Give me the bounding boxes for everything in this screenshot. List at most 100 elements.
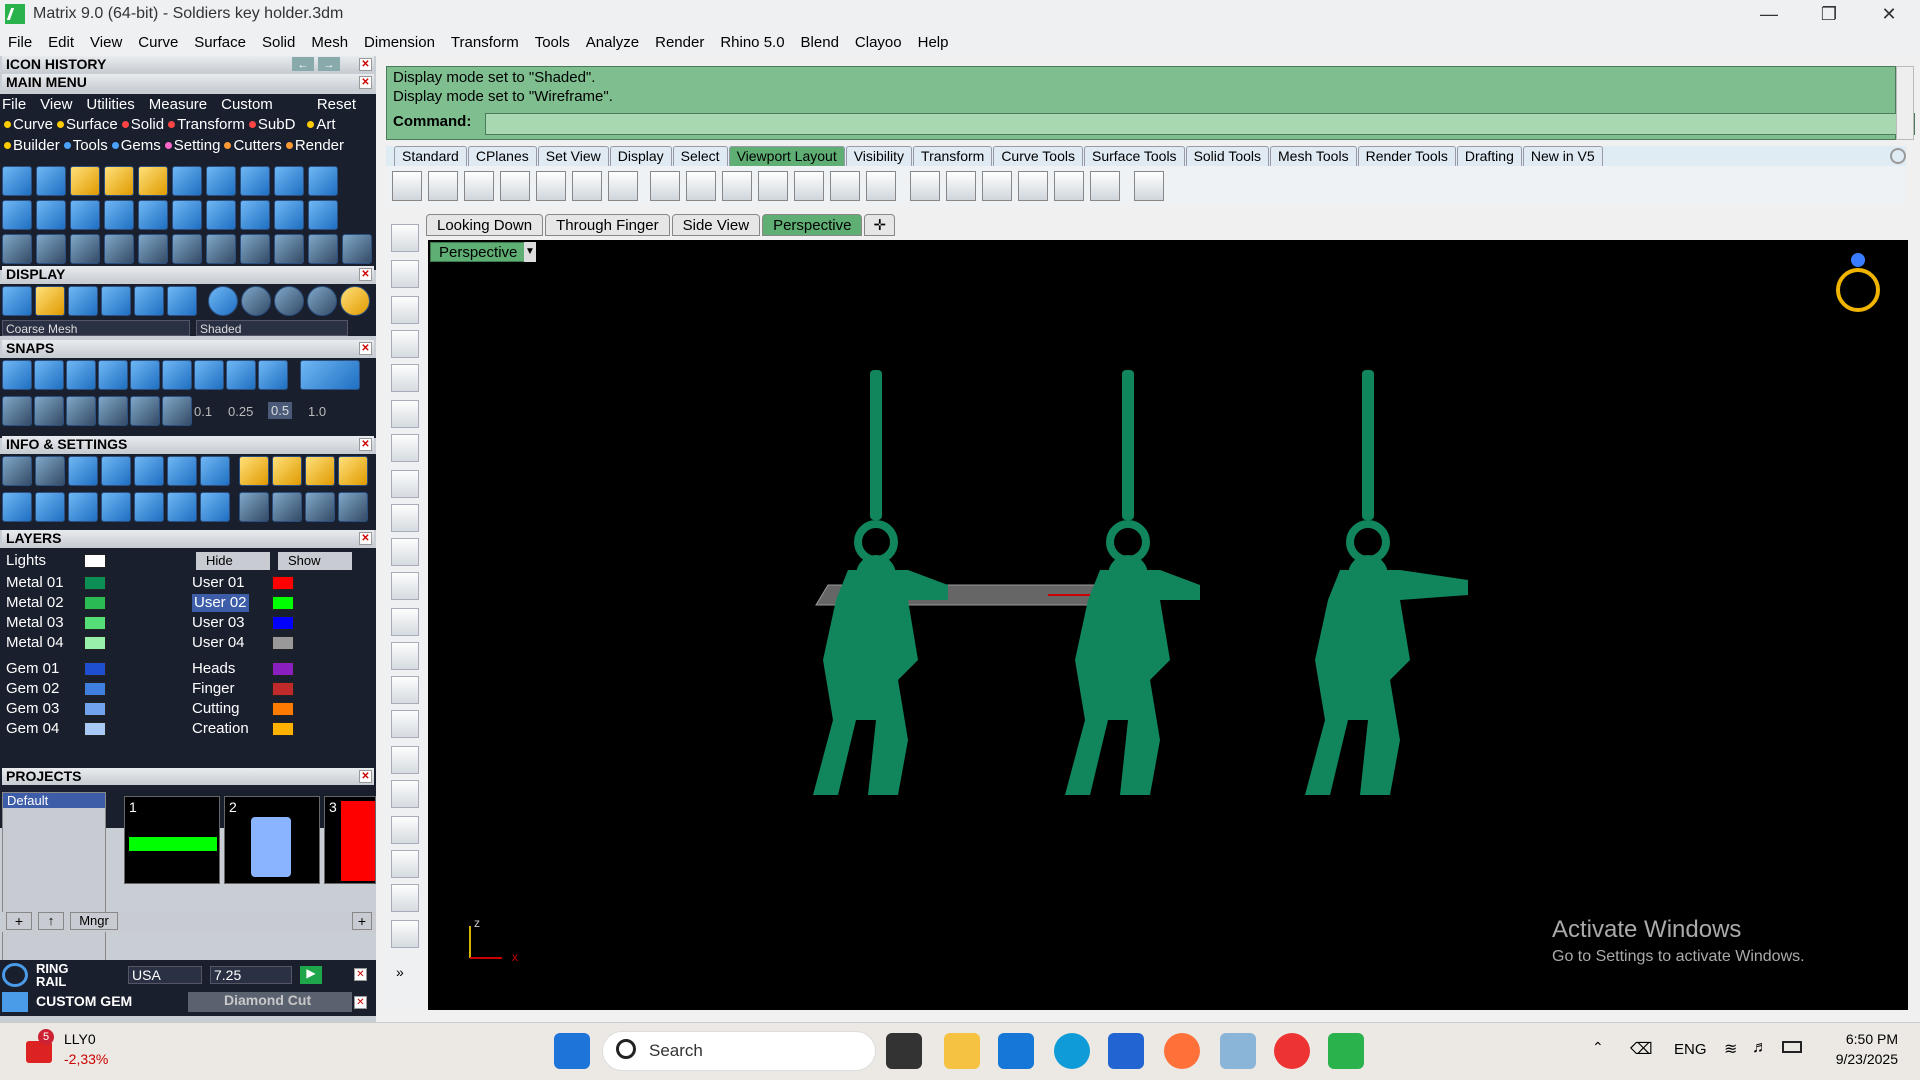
pave-tool-icon[interactable] <box>240 200 270 230</box>
menu-edit[interactable]: Edit <box>48 34 74 51</box>
layer-color[interactable] <box>84 682 106 696</box>
snap-value-1[interactable]: 0.1 <box>194 404 212 419</box>
properties-icon[interactable] <box>200 456 230 486</box>
volume-icon[interactable] <box>239 456 269 486</box>
surface-icon[interactable] <box>391 572 419 600</box>
tab-drafting[interactable]: Drafting <box>1456 146 1522 166</box>
scale-tool-icon[interactable] <box>172 234 202 264</box>
manager-button[interactable]: Mngr <box>70 912 118 930</box>
price-icon[interactable] <box>338 456 368 486</box>
mm-transform[interactable]: Transform <box>177 116 245 133</box>
layer-color[interactable] <box>84 616 106 630</box>
menu-rhino5[interactable]: Rhino 5.0 <box>720 34 784 51</box>
split-h-icon[interactable] <box>572 171 602 201</box>
material-chrome-icon[interactable] <box>274 286 304 316</box>
filter2-icon[interactable] <box>134 492 164 522</box>
material-silver-icon[interactable] <box>241 286 271 316</box>
tab-mesh-tools[interactable]: Mesh Tools <box>1270 146 1357 166</box>
lights-color[interactable] <box>84 554 106 568</box>
wireframe-mode-icon[interactable] <box>2 286 32 316</box>
layer-item-selected[interactable]: User 02 <box>192 594 249 612</box>
stock-name[interactable]: LLY0 <box>64 1031 96 1047</box>
hand-icon[interactable] <box>239 492 269 522</box>
paper-icon[interactable] <box>982 171 1012 201</box>
tab-side-view[interactable]: Side View <box>671 214 761 236</box>
layer-color[interactable] <box>272 616 294 630</box>
tab-surface-tools[interactable]: Surface Tools <box>1083 146 1185 166</box>
fillet-icon[interactable] <box>391 538 419 566</box>
clock-date[interactable]: 9/23/2025 <box>1818 1051 1898 1067</box>
project-thumb-1[interactable]: 1 <box>124 796 220 884</box>
wifi-icon[interactable]: ≋ <box>1724 1039 1737 1059</box>
menu-blend[interactable]: Blend <box>801 34 839 51</box>
gear-icon[interactable] <box>274 200 304 230</box>
mesh-icon[interactable] <box>758 171 788 201</box>
pencil-icon[interactable] <box>66 396 96 426</box>
tube-tool-icon[interactable] <box>172 200 202 230</box>
menu-solid[interactable]: Solid <box>262 34 295 51</box>
hide-button[interactable]: Hide <box>196 552 270 570</box>
gear-icon[interactable] <box>1890 148 1906 164</box>
project-thumb-3[interactable]: 3 <box>324 796 376 884</box>
close-icon[interactable]: ✕ <box>354 996 367 1009</box>
cutter-tool-icon[interactable] <box>274 166 304 196</box>
tab-select[interactable]: Select <box>672 146 728 166</box>
language-indicator[interactable]: ENG <box>1674 1041 1707 1058</box>
tab-through-finger[interactable]: Through Finger <box>545 214 670 236</box>
render-preview-icon[interactable] <box>134 286 164 316</box>
gears-icon[interactable] <box>391 780 419 808</box>
snap-ortho-icon[interactable] <box>300 360 360 390</box>
perspective-viewport[interactable]: z x <box>428 240 1908 1010</box>
four-view-icon[interactable] <box>428 171 458 201</box>
layer-color[interactable] <box>84 636 106 650</box>
close-icon[interactable]: ✕ <box>354 968 367 981</box>
weight-icon[interactable] <box>272 456 302 486</box>
line-icon[interactable] <box>391 296 419 324</box>
select-arrow-icon[interactable] <box>391 224 419 252</box>
snap-int-icon[interactable] <box>162 360 192 390</box>
layer-item[interactable]: Gem 03 <box>6 700 59 718</box>
box-icon[interactable] <box>68 492 98 522</box>
window-icon[interactable] <box>35 492 65 522</box>
snap-near-icon[interactable] <box>34 360 64 390</box>
menu-surface[interactable]: Surface <box>194 34 246 51</box>
tab-standard[interactable]: Standard <box>394 146 467 166</box>
curve-icon[interactable] <box>391 434 419 462</box>
mm-gems[interactable]: Gems <box>121 137 161 154</box>
menu-file[interactable]: File <box>8 34 32 51</box>
bead-tool-icon[interactable] <box>206 200 236 230</box>
store-icon[interactable] <box>1108 1033 1144 1069</box>
layer-color[interactable] <box>84 576 106 590</box>
point-icon[interactable] <box>391 260 419 288</box>
chevron-up-icon[interactable]: ⌃ <box>1592 1039 1604 1056</box>
close-icon[interactable]: ✕ <box>359 76 372 89</box>
show-button[interactable]: Show <box>278 552 352 570</box>
battery-icon[interactable] <box>1782 1041 1802 1053</box>
start-icon[interactable] <box>554 1033 590 1069</box>
lens-icon[interactable] <box>794 171 824 201</box>
camera-icon[interactable] <box>830 171 860 201</box>
menu-curve[interactable]: Curve <box>138 34 178 51</box>
tab-solid-tools[interactable]: Solid Tools <box>1185 146 1270 166</box>
chevron-down-icon[interactable]: ▼ <box>524 242 536 262</box>
zoom-icon[interactable] <box>338 492 368 522</box>
units-icon[interactable] <box>68 456 98 486</box>
close-icon[interactable]: ✕ <box>359 532 372 545</box>
grid-tool-icon[interactable] <box>274 234 304 264</box>
options-icon[interactable] <box>2 456 32 486</box>
dots-tool-icon[interactable] <box>308 200 338 230</box>
menu-mesh[interactable]: Mesh <box>311 34 348 51</box>
ring-size-select[interactable]: 7.25 <box>210 966 292 984</box>
tab-curve-tools[interactable]: Curve Tools <box>993 146 1083 166</box>
layer-color[interactable] <box>272 702 294 716</box>
snap-end-icon[interactable] <box>2 360 32 390</box>
layer-color[interactable] <box>272 636 294 650</box>
add-project-button[interactable]: + <box>6 912 32 930</box>
technical-mode-icon[interactable] <box>167 286 197 316</box>
firefox-icon[interactable] <box>1164 1033 1200 1069</box>
rendered-mode-icon[interactable] <box>101 286 131 316</box>
tab-transform[interactable]: Transform <box>913 146 993 166</box>
layer-item[interactable]: Gem 01 <box>6 660 59 678</box>
pan-icon[interactable] <box>272 492 302 522</box>
setting-tool-icon[interactable] <box>308 166 338 196</box>
